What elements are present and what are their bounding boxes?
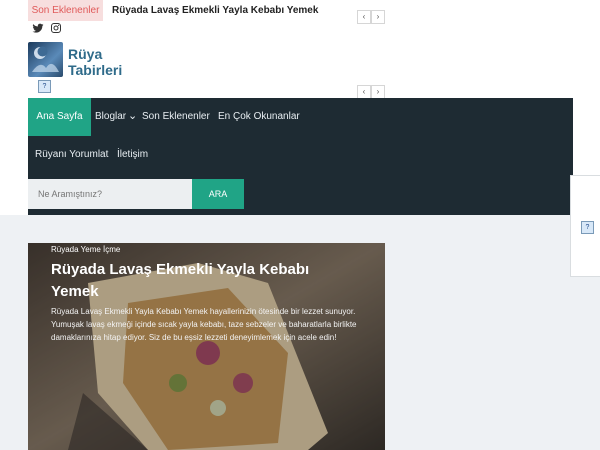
instagram-icon[interactable] xyxy=(50,22,62,34)
nav-item-recent[interactable]: Son Eklenenler xyxy=(142,111,210,122)
nav-item-blogs[interactable]: Bloglar xyxy=(95,111,126,122)
recent-tag[interactable]: Son Eklenenler xyxy=(28,0,103,21)
twitter-icon[interactable] xyxy=(32,22,44,34)
nav-item-contact[interactable]: İletişim xyxy=(117,149,148,160)
nav-item-home[interactable]: Ana Sayfa xyxy=(28,98,91,136)
site-logo-image[interactable] xyxy=(28,42,63,77)
slider-prev-button[interactable]: ‹ xyxy=(357,85,371,99)
site-logo-text-2[interactable]: Tabirleri xyxy=(68,62,122,78)
post-category[interactable]: Rüyada Yeme İçme xyxy=(51,245,120,254)
nav-item-popular[interactable]: En Çok Okunanlar xyxy=(218,111,300,122)
ticker-headline[interactable]: Rüyada Lavaş Ekmekli Yayla Kebabı Yemek xyxy=(112,0,318,21)
search-input[interactable] xyxy=(28,179,192,209)
sidebar-widget: ? xyxy=(570,175,600,277)
logo-moon-icon xyxy=(32,46,59,72)
broken-image-icon: ? xyxy=(38,80,51,93)
search-button[interactable]: ARA xyxy=(192,179,244,209)
nav-item-interpret[interactable]: Rüyanı Yorumlat xyxy=(35,149,108,160)
ticker-next-button[interactable]: › xyxy=(371,10,385,24)
post-excerpt: Rüyada Lavaş Ekmekli Yayla Kebabı Yemek … xyxy=(51,307,357,342)
search-form: ARA xyxy=(28,179,244,209)
chevron-down-icon[interactable]: ⌄ xyxy=(128,109,137,122)
broken-image-icon: ? xyxy=(581,221,594,234)
ticker-prev-button[interactable]: ‹ xyxy=(357,10,371,24)
post-title[interactable]: Rüyada Lavaş Ekmekli Yayla Kebabı Yemek xyxy=(51,259,351,303)
site-logo-text[interactable]: Rüya xyxy=(68,46,102,62)
slider-next-button[interactable]: › xyxy=(371,85,385,99)
